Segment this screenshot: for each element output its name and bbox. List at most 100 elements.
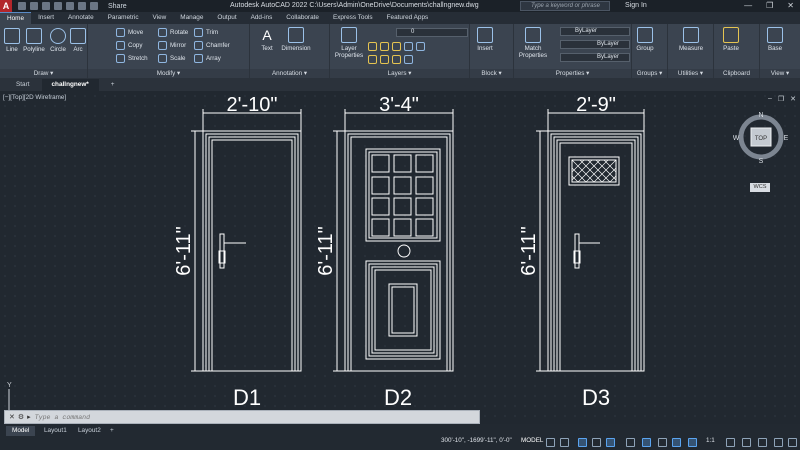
circle-button[interactable]: Circle	[48, 28, 68, 53]
array-button[interactable]: Array	[194, 54, 221, 63]
grid-icon[interactable]	[546, 438, 555, 447]
match-properties-button[interactable]: Match Properties	[518, 27, 548, 59]
ribbon-tab-manage[interactable]: Manage	[173, 12, 210, 24]
recent-commands-icon[interactable]: ▸	[27, 413, 31, 421]
customize-icon[interactable]: ⚙	[18, 413, 24, 421]
layer-walk-icon[interactable]	[392, 55, 401, 64]
search-input[interactable]: Type a keyword or phrase	[520, 1, 610, 11]
wcs-menu[interactable]: WCS	[750, 183, 770, 192]
transparency-icon[interactable]	[658, 438, 667, 447]
ribbon-tab-parametric[interactable]: Parametric	[101, 12, 146, 24]
door-d3[interactable]	[536, 109, 645, 372]
ortho-icon[interactable]	[578, 438, 587, 447]
viewcube-west[interactable]: W	[733, 135, 740, 142]
file-tab-challngnew[interactable]: challngnew*	[41, 79, 99, 91]
door-d2[interactable]	[333, 109, 454, 372]
layout-tab-model[interactable]: Model	[6, 426, 36, 436]
snap-icon[interactable]	[560, 438, 569, 447]
viewcube-east[interactable]: E	[784, 135, 789, 142]
new-icon[interactable]	[18, 2, 26, 10]
model-space-button[interactable]: MODEL	[518, 436, 546, 445]
layer-match-icon[interactable]	[416, 42, 425, 51]
layer-lock-icon[interactable]	[392, 42, 401, 51]
viewcube-south[interactable]: S	[759, 158, 764, 165]
rotate-button[interactable]: Rotate	[158, 28, 188, 37]
add-layout-button[interactable]: +	[104, 426, 120, 436]
block-panel-label[interactable]: Block ▾	[470, 69, 513, 78]
arc-button[interactable]: Arc	[70, 28, 86, 53]
open-icon[interactable]	[30, 2, 38, 10]
layer-iso-icon[interactable]	[404, 42, 413, 51]
coordinates-readout[interactable]: 300'-10", -1699'-11", 0'-0"	[441, 437, 512, 444]
fullscreen-icon[interactable]	[774, 438, 783, 447]
utilities-panel-label[interactable]: Utilities ▾	[668, 69, 713, 78]
ribbon-tab-insert[interactable]: Insert	[31, 12, 61, 24]
osnap-icon[interactable]	[606, 438, 615, 447]
scale-button[interactable]: Scale	[158, 54, 185, 63]
groups-panel-label[interactable]: Groups ▾	[632, 69, 667, 78]
base-button[interactable]: Base	[764, 27, 786, 52]
workspace-gear-icon[interactable]	[726, 438, 735, 447]
lineweight-dropdown[interactable]: ByLayer	[560, 53, 630, 62]
modify-panel-label[interactable]: Modify ▾	[88, 69, 249, 78]
clipboard-panel-label[interactable]: Clipboard	[714, 69, 759, 78]
command-input[interactable]	[34, 411, 455, 423]
view-panel-label[interactable]: View ▾	[760, 69, 800, 78]
move-button[interactable]: Move	[116, 28, 143, 37]
ribbon-tab-view[interactable]: View	[146, 12, 174, 24]
stretch-button[interactable]: Stretch	[116, 54, 148, 63]
redo-icon[interactable]	[90, 2, 98, 10]
customize-statusbar-icon[interactable]	[788, 438, 797, 447]
annotation-scale[interactable]: 1:1	[706, 437, 715, 444]
copy-button[interactable]: Copy	[116, 41, 142, 50]
properties-panel-label[interactable]: Properties ▾	[514, 69, 631, 78]
draw-panel-label[interactable]: Draw ▾	[0, 69, 87, 78]
plot-icon[interactable]	[66, 2, 74, 10]
close-icon[interactable]: ✕	[787, 1, 794, 10]
drawing-canvas[interactable]: [−][Top][2D Wireframe] – ❐ ✕ 2'-10" 3'-4…	[0, 91, 800, 424]
layer-properties-button[interactable]: Layer Properties	[334, 27, 364, 59]
viewcube[interactable]: TOP N S E W	[733, 109, 789, 165]
saveas-icon[interactable]	[54, 2, 62, 10]
new-tab-button[interactable]: +	[101, 79, 125, 91]
ribbon-tab-collaborate[interactable]: Collaborate	[279, 12, 326, 24]
file-tab-start[interactable]: Start	[6, 79, 40, 91]
annotation-monitor-icon[interactable]	[742, 438, 751, 447]
otrack-icon[interactable]	[626, 438, 635, 447]
door-d1[interactable]	[191, 109, 302, 372]
line-button[interactable]: Line	[3, 28, 21, 53]
app-menu-button[interactable]: A	[0, 0, 12, 12]
insert-button[interactable]: Insert	[474, 27, 496, 52]
ribbon-tab-output[interactable]: Output	[210, 12, 243, 24]
minimize-icon[interactable]: —	[744, 1, 752, 10]
measure-button[interactable]: Measure	[672, 27, 710, 52]
text-button[interactable]: A Text	[256, 27, 278, 52]
layers-panel-label[interactable]: Layers ▾	[330, 69, 469, 78]
close-icon[interactable]: ✕	[9, 413, 15, 421]
mirror-button[interactable]: Mirror	[158, 41, 186, 50]
group-button[interactable]: Group	[634, 27, 656, 52]
ribbon-tab-add-ins[interactable]: Add-ins	[244, 12, 280, 24]
annotation-visibility-icon[interactable]	[672, 438, 681, 447]
maximize-icon[interactable]: ❐	[766, 1, 773, 10]
polar-icon[interactable]	[592, 438, 601, 447]
layer-state-icon[interactable]	[380, 55, 389, 64]
layout-tab-layout1[interactable]: Layout1	[38, 426, 73, 436]
layer-freeze-icon[interactable]	[368, 42, 377, 51]
layer-dropdown[interactable]: 0	[396, 28, 468, 37]
isolate-icon[interactable]	[758, 438, 767, 447]
share-button[interactable]: Share	[108, 3, 127, 10]
ribbon-tab-featured-apps[interactable]: Featured Apps	[380, 12, 436, 24]
layer-merge-icon[interactable]	[404, 55, 413, 64]
ribbon-tab-express-tools[interactable]: Express Tools	[326, 12, 380, 24]
viewcube-north[interactable]: N	[758, 112, 763, 119]
viewcube-top[interactable]: TOP	[755, 136, 767, 142]
linetype-dropdown[interactable]: ByLayer	[560, 40, 630, 49]
layer-off-icon[interactable]	[380, 42, 389, 51]
ribbon-tab-home[interactable]: Home	[0, 12, 32, 24]
layout-tab-layout2[interactable]: Layout2	[72, 426, 107, 436]
color-dropdown[interactable]: ByLayer	[560, 27, 630, 36]
polyline-button[interactable]: Polyline	[22, 28, 46, 53]
annotation-panel-label[interactable]: Annotation ▾	[250, 69, 329, 78]
lineweight-icon[interactable]	[642, 438, 651, 447]
